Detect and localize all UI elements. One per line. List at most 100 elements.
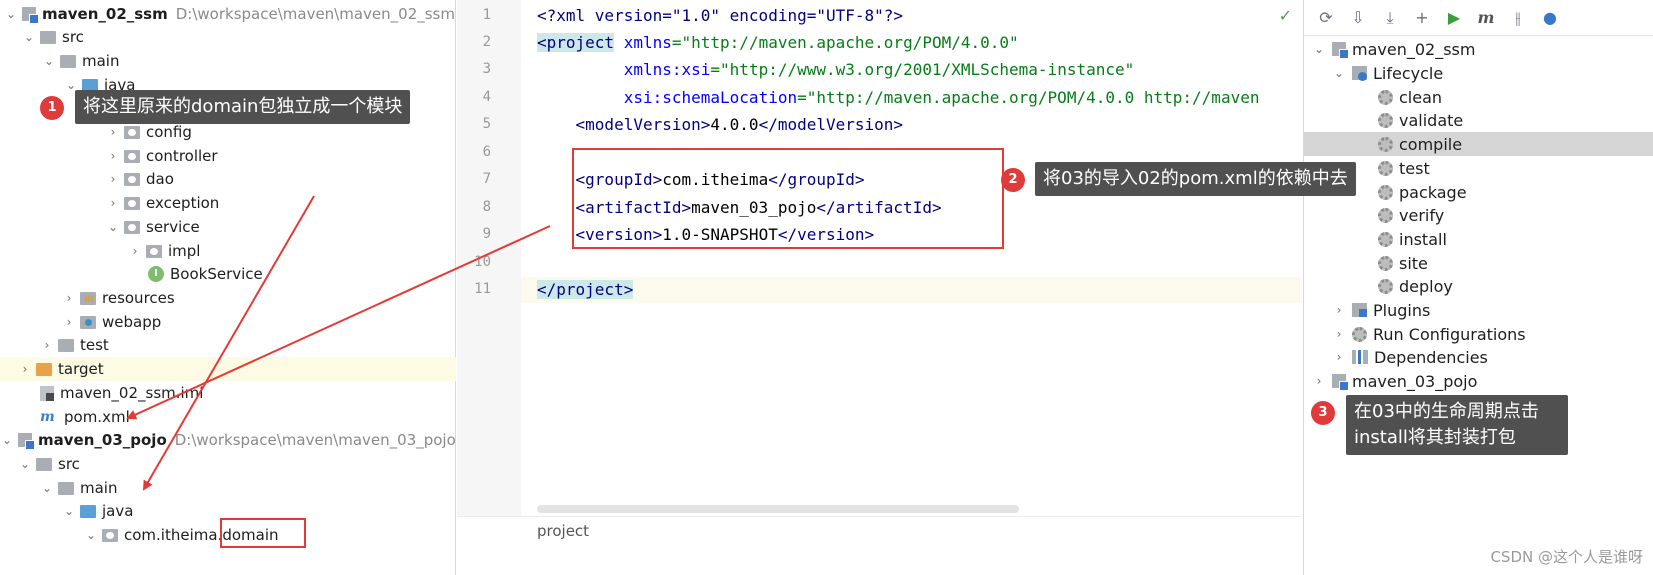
lifecycle-phase-site[interactable]: site: [1304, 251, 1653, 275]
phase-label: verify: [1399, 205, 1445, 225]
callout-step-3: 在03中的生命周期点击 install将其封装打包: [1346, 395, 1568, 455]
tree-node-maven-02-ssm[interactable]: ⌄ maven_02_ssm D:\workspace\maven\maven_…: [0, 2, 456, 26]
tree-node-label: config: [146, 123, 192, 141]
tree-node-dao[interactable]: › dao: [0, 167, 456, 191]
chevron-right-icon[interactable]: ›: [1332, 303, 1346, 317]
chevron-down-icon[interactable]: ⌄: [1312, 42, 1326, 56]
chevron-right-icon[interactable]: ›: [40, 338, 54, 352]
chevron-down-icon[interactable]: ⌄: [22, 30, 36, 44]
maven-node-dependencies[interactable]: › Dependencies: [1304, 345, 1653, 369]
add-icon[interactable]: +: [1408, 4, 1436, 32]
tree-node-label: impl: [168, 242, 201, 260]
tree-node-service[interactable]: ⌄ service: [0, 215, 456, 239]
gear-icon: [1378, 278, 1393, 294]
package-icon: [124, 149, 140, 163]
web-folder-icon: [80, 315, 96, 329]
maven-node-lifecycle[interactable]: ⌄ Lifecycle: [1304, 61, 1653, 85]
lifecycle-phase-clean[interactable]: clean: [1304, 85, 1653, 109]
maven-node-plugins[interactable]: › Plugins: [1304, 298, 1653, 322]
chevron-down-icon[interactable]: ⌄: [62, 504, 76, 518]
tree-node-label: maven_02_ssm.iml: [60, 384, 204, 402]
reload-icon[interactable]: ⟳: [1312, 4, 1340, 32]
tree-node-label: service: [146, 218, 200, 236]
tree-node-src-03[interactable]: ⌄ src: [0, 452, 456, 476]
chevron-right-icon[interactable]: ›: [1332, 350, 1346, 364]
tree-node-pom-xml[interactable]: m pom.xml: [0, 405, 456, 429]
chevron-down-icon[interactable]: ⌄: [1332, 66, 1346, 80]
module-path: D:\workspace\maven\maven_02_ssm: [175, 5, 455, 23]
code-line-5: <modelVersion>4.0.0</modelVersion>: [575, 115, 904, 134]
tree-node-label: java: [102, 502, 134, 520]
chevron-down-icon[interactable]: ⌄: [106, 220, 120, 234]
toggle-offline-icon[interactable]: ⫲: [1504, 4, 1532, 32]
maven-node-maven-02-ssm[interactable]: ⌄ maven_02_ssm: [1304, 37, 1653, 61]
tree-node-impl[interactable]: › impl: [0, 239, 456, 263]
maven-module-icon: [1332, 42, 1349, 59]
step-badge-2: 2: [1001, 168, 1025, 192]
lifecycle-phase-package[interactable]: package: [1304, 180, 1653, 204]
tree-node-iml-file[interactable]: maven_02_ssm.iml: [0, 381, 456, 405]
horizontal-scrollbar[interactable]: [537, 505, 1019, 513]
gear-icon: [1378, 231, 1393, 247]
chevron-right-icon[interactable]: ›: [18, 362, 32, 376]
chevron-right-icon[interactable]: ›: [1312, 374, 1326, 388]
tree-node-webapp[interactable]: › webapp: [0, 310, 456, 334]
tree-node-main-03[interactable]: ⌄ main: [0, 476, 456, 500]
chevron-down-icon[interactable]: ⌄: [0, 433, 14, 447]
pom-xml-editor[interactable]: 1 2 3 4 5 6 7 8 9 10 11 ✓ <?xml version=…: [457, 0, 1302, 575]
highlight-box-dependency: [572, 148, 1004, 249]
chevron-down-icon[interactable]: ⌄: [42, 54, 56, 68]
source-folder-icon: [80, 504, 96, 518]
line-number: 10: [474, 254, 491, 270]
tree-node-resources[interactable]: › resources: [0, 286, 456, 310]
line-number: 2: [482, 34, 491, 50]
generate-sources-icon[interactable]: ⇩: [1344, 4, 1372, 32]
chevron-down-icon[interactable]: ⌄: [18, 457, 32, 471]
tree-node-main[interactable]: ⌄ main: [0, 49, 456, 73]
tree-node-maven-03-pojo[interactable]: ⌄ maven_03_pojo D:\workspace\maven\maven…: [0, 428, 456, 452]
chevron-right-icon[interactable]: ›: [106, 149, 120, 163]
chevron-down-icon[interactable]: ⌄: [84, 528, 98, 542]
chevron-right-icon[interactable]: ›: [106, 125, 120, 139]
chevron-right-icon[interactable]: ›: [1332, 327, 1346, 341]
lifecycle-phase-verify[interactable]: verify: [1304, 203, 1653, 227]
chevron-right-icon[interactable]: ›: [128, 244, 142, 258]
lifecycle-phase-compile[interactable]: compile: [1304, 132, 1653, 156]
project-tool-window: ⌄ maven_02_ssm D:\workspace\maven\maven_…: [0, 0, 456, 575]
check-icon[interactable]: ✓: [1279, 6, 1292, 25]
tree-node-label: com.itheima.: [124, 526, 223, 544]
lifecycle-phase-deploy[interactable]: deploy: [1304, 274, 1653, 298]
maven-node-run-configurations[interactable]: › Run Configurations: [1304, 322, 1653, 346]
maven-toolbar: ⟳ ⇩ ⤓ + ▶ m ⫲ ●: [1304, 0, 1653, 36]
tree-node-exception[interactable]: › exception: [0, 191, 456, 215]
folder-icon: [60, 54, 76, 68]
chevron-right-icon[interactable]: ›: [62, 291, 76, 305]
tree-node-src[interactable]: ⌄ src: [0, 25, 456, 49]
execute-goal-icon[interactable]: m: [1472, 4, 1500, 32]
package-icon: [146, 244, 162, 258]
lifecycle-phase-test[interactable]: test: [1304, 156, 1653, 180]
lifecycle-phase-install[interactable]: install: [1304, 227, 1653, 251]
module-icon: [18, 433, 35, 450]
tree-node-target[interactable]: › target: [0, 357, 456, 381]
watermark: CSDN @这个人是谁呀: [1490, 548, 1643, 566]
breadcrumb[interactable]: project: [537, 522, 589, 540]
more-icon[interactable]: ●: [1536, 4, 1564, 32]
maven-node-maven-03-pojo[interactable]: › maven_03_pojo: [1304, 369, 1653, 393]
plugins-icon: [1352, 303, 1367, 317]
chevron-right-icon[interactable]: ›: [106, 172, 120, 186]
download-icon[interactable]: ⤓: [1376, 4, 1404, 32]
tree-node-controller[interactable]: › controller: [0, 144, 456, 168]
tree-node-test[interactable]: › test: [0, 333, 456, 357]
chevron-right-icon[interactable]: ›: [62, 315, 76, 329]
lifecycle-phase-validate[interactable]: validate: [1304, 108, 1653, 132]
tree-node-book-service[interactable]: I BookService: [0, 262, 456, 286]
tree-node-label: target: [58, 360, 104, 378]
chevron-down-icon[interactable]: ⌄: [4, 7, 18, 21]
step-badge-1: 1: [40, 96, 64, 120]
maven-module-icon: [1332, 374, 1349, 391]
chevron-down-icon[interactable]: ⌄: [40, 481, 54, 495]
run-icon[interactable]: ▶: [1440, 4, 1468, 32]
chevron-right-icon[interactable]: ›: [106, 196, 120, 210]
editor-gutter: 1 2 3 4 5 6 7 8 9 10 11: [457, 0, 521, 540]
